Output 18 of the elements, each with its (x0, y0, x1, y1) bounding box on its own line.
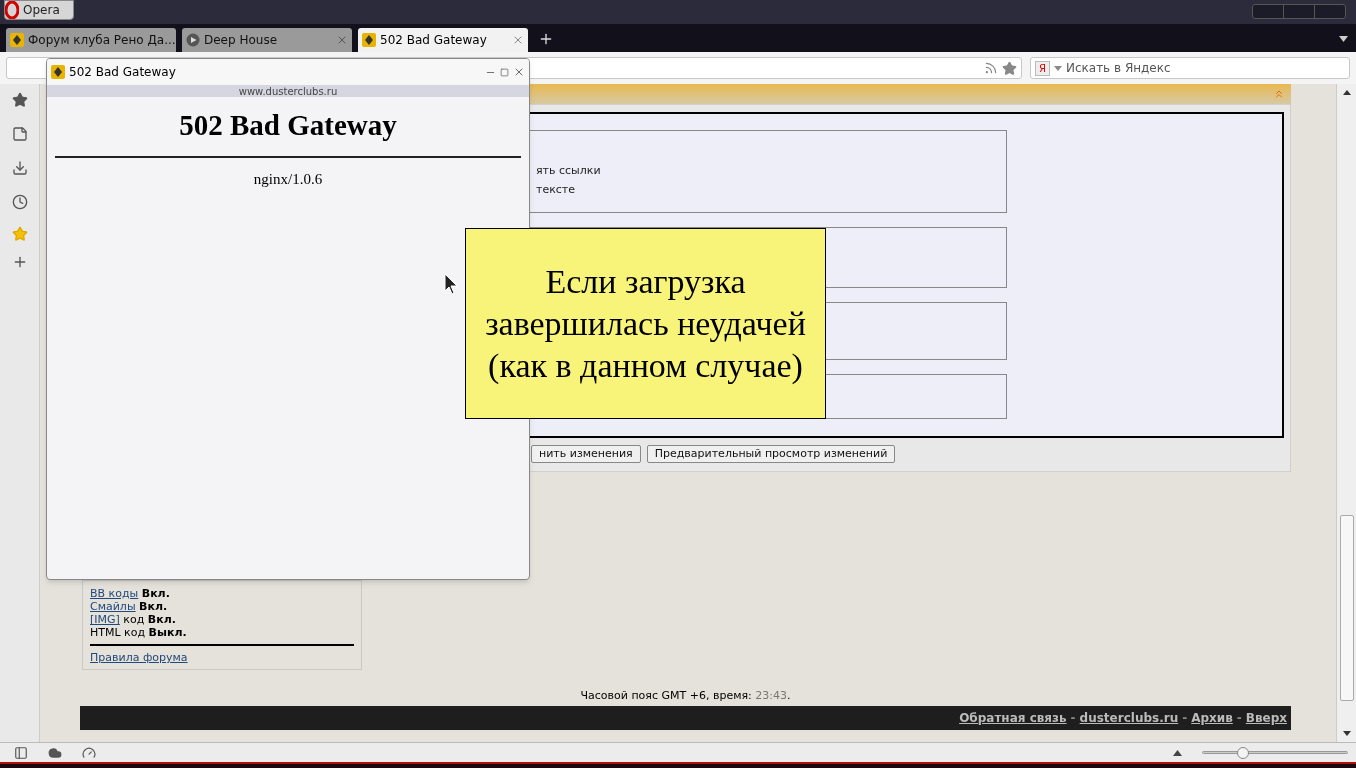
setting-line: [IMG] код Вкл. (90, 613, 177, 626)
footer-separator: - (1236, 709, 1242, 727)
tab-title: Deep House (204, 32, 279, 49)
option-label: тексте (536, 183, 577, 197)
setting-line: BB коды Вкл. (90, 587, 171, 600)
timezone-text: Часовой пояс GMT +6, время: 23:43. (580, 688, 791, 704)
url-strip: www.dusterclubs.ru (47, 85, 529, 97)
footer-separator: - (1182, 709, 1188, 727)
server-text: nginx/1.0.6 (252, 170, 324, 189)
error-heading: 502 Bad Gateway (178, 108, 398, 142)
option-label: ять ссылки (536, 164, 602, 178)
window-title: 502 Bad Gateway (69, 64, 177, 81)
callout-text: Если загрузка завершилась неудачей (как в данном случае) (484, 261, 807, 386)
tab-title: 502 Bad Gateway (380, 32, 488, 49)
setting-line: Смайлы Вкл. (90, 600, 169, 613)
footer-separator: - (1070, 709, 1076, 727)
tab-title: Форум клуба Рено Да... (28, 32, 176, 49)
setting-line: HTML код Выкл. (90, 626, 188, 639)
